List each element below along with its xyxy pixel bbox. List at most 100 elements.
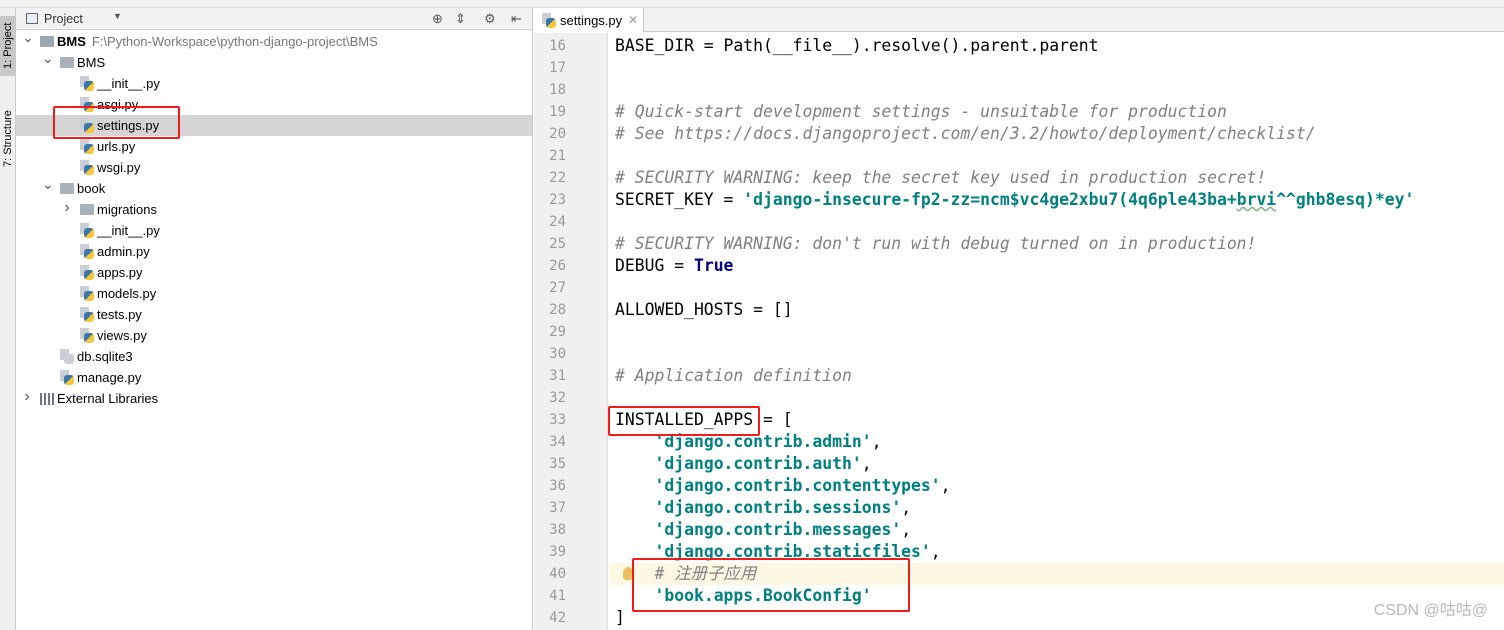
code-token-plain: , bbox=[861, 454, 872, 473]
line-number: 40 bbox=[549, 566, 566, 582]
code-line: 'django.contrib.auth', bbox=[615, 453, 872, 475]
tool-tab-structure[interactable]: 7: Structure bbox=[0, 100, 16, 178]
code-line: 'django.contrib.sessions', bbox=[615, 497, 911, 519]
python-file-icon bbox=[80, 139, 94, 154]
chevron-right-icon[interactable]: › bbox=[22, 388, 32, 406]
code-line: ] bbox=[615, 607, 625, 629]
tree-item-text: urls.py bbox=[97, 139, 135, 154]
tree-item[interactable]: ⌄ book bbox=[16, 176, 532, 199]
line-number: 24 bbox=[549, 214, 566, 230]
code-token-plain: DEBUG = bbox=[615, 256, 694, 275]
line-number: 39 bbox=[549, 544, 566, 560]
chevron-down-icon[interactable]: ⌄ bbox=[42, 176, 54, 193]
tree-item-text: __init__.py bbox=[97, 76, 160, 91]
line-number: 42 bbox=[549, 610, 566, 626]
folder-icon bbox=[60, 57, 74, 68]
python-file-icon bbox=[60, 370, 74, 385]
tree-item-label: models.py bbox=[97, 286, 157, 301]
tree-item-label: db.sqlite3 bbox=[77, 349, 133, 364]
annotation-box-book-config bbox=[632, 558, 910, 612]
code-line: SECRET_KEY = 'django-insecure-fp2-zz=ncm… bbox=[615, 189, 1414, 211]
line-number: 19 bbox=[549, 104, 566, 120]
code-token-string: 'django.contrib.sessions' bbox=[654, 498, 902, 517]
tool-tab-project[interactable]: 1: Project bbox=[0, 16, 16, 76]
line-number: 23 bbox=[549, 192, 566, 208]
collapse-all-icon[interactable]: ⇕ bbox=[455, 11, 466, 27]
gear-icon[interactable]: ⚙ bbox=[484, 11, 496, 27]
line-number: 32 bbox=[549, 390, 566, 406]
tree-item[interactable]: ⌄ BMS F:\Python-Workspace\python-django-pr… bbox=[16, 29, 532, 52]
hide-panel-icon[interactable]: ⇤ bbox=[511, 11, 522, 27]
annotation-box-settings bbox=[53, 106, 180, 139]
tree-item[interactable]: apps.py bbox=[16, 262, 532, 283]
tree-item-text: views.py bbox=[97, 328, 147, 343]
line-number: 36 bbox=[549, 478, 566, 494]
tree-item[interactable]: __init__.py bbox=[16, 220, 532, 241]
chevron-down-icon[interactable]: ▼ bbox=[113, 11, 122, 21]
tree-item[interactable]: wsgi.py bbox=[16, 157, 532, 178]
close-icon[interactable]: ✕ bbox=[628, 13, 638, 27]
code-token-plain: ALLOWED_HOSTS = [] bbox=[615, 300, 793, 319]
code-token-plain: BASE_DIR = Path(__file__).resolve().pare… bbox=[615, 36, 1099, 55]
code-token-plain: ] bbox=[615, 608, 625, 627]
tree-item[interactable]: db.sqlite3 bbox=[16, 346, 532, 367]
annotation-box-installed-apps bbox=[608, 406, 760, 436]
tree-item-label: __init__.py bbox=[97, 76, 160, 91]
tree-item[interactable]: › migrations bbox=[16, 199, 532, 220]
project-panel: Project ▼ ⊕ ⇕ ⚙ ⇤ ⌄ BMS F:\Python-Workspac… bbox=[16, 8, 533, 630]
code-line: 'django.contrib.messages', bbox=[615, 519, 911, 541]
tree-item[interactable]: views.py bbox=[16, 325, 532, 346]
code-line: # See https://docs.djangoproject.com/en/… bbox=[615, 123, 1316, 145]
tree-item-label: views.py bbox=[97, 328, 147, 343]
tree-item-label: admin.py bbox=[97, 244, 150, 259]
python-file-icon bbox=[80, 286, 94, 301]
code-line: # SECURITY WARNING: keep the secret key … bbox=[615, 167, 1266, 189]
line-number: 16 bbox=[549, 38, 566, 54]
chevron-right-icon[interactable]: › bbox=[62, 199, 72, 217]
tree-item-text: External Libraries bbox=[57, 391, 158, 406]
python-file-icon bbox=[80, 244, 94, 259]
tree-item-text: BMS bbox=[77, 55, 105, 70]
python-file-icon bbox=[80, 307, 94, 322]
tree-item[interactable]: manage.py bbox=[16, 367, 532, 388]
code-token-string: 'django.contrib.messages' bbox=[654, 520, 902, 539]
code-token-string: 'django.contrib.auth' bbox=[654, 454, 862, 473]
database-file-icon bbox=[60, 349, 74, 364]
tree-item[interactable]: __init__.py bbox=[16, 73, 532, 94]
project-view-icon bbox=[26, 13, 38, 24]
code-token-comment: # See https://docs.djangoproject.com/en/… bbox=[615, 124, 1316, 143]
editor-tabs: settings.py ✕ bbox=[534, 8, 1504, 32]
line-number: 17 bbox=[549, 60, 566, 76]
project-view-selector[interactable]: Project bbox=[44, 12, 83, 26]
code-line: # Application definition bbox=[615, 365, 852, 387]
tree-item[interactable]: › External Libraries bbox=[16, 388, 532, 409]
line-number: 25 bbox=[549, 236, 566, 252]
python-file-icon bbox=[80, 265, 94, 280]
line-number: 22 bbox=[549, 170, 566, 186]
chevron-down-icon[interactable]: ⌄ bbox=[22, 29, 34, 46]
tab-settings-py[interactable]: settings.py ✕ bbox=[534, 8, 644, 32]
tree-item[interactable]: urls.py bbox=[16, 136, 532, 157]
tree-item-label: External Libraries bbox=[57, 391, 159, 406]
tree-item-label: BMS bbox=[77, 55, 106, 70]
python-file-icon bbox=[80, 223, 94, 238]
line-number: 38 bbox=[549, 522, 566, 538]
tree-item-label: tests.py bbox=[97, 307, 142, 322]
tree-item[interactable]: ⌄ BMS bbox=[16, 50, 532, 73]
tree-item-label: urls.py bbox=[97, 139, 136, 154]
tree-item[interactable]: tests.py bbox=[16, 304, 532, 325]
code-token-string: 'django-insecure-fp2-zz=ncm$vc4ge2xbu7(4… bbox=[743, 190, 1237, 209]
code-token-plain: , bbox=[871, 432, 882, 451]
project-path: F:\Python-Workspace\python-django-projec… bbox=[91, 34, 378, 49]
code-token-plain: , bbox=[901, 498, 912, 517]
tree-item[interactable]: admin.py bbox=[16, 241, 532, 262]
code-token-plain: , bbox=[901, 520, 912, 539]
code-token-comment: # SECURITY WARNING: keep the secret key … bbox=[615, 168, 1267, 187]
locate-icon[interactable]: ⊕ bbox=[432, 11, 443, 27]
tree-item[interactable]: models.py bbox=[16, 283, 532, 304]
line-number-gutter: 16 17 18 19 20 21 22 23 24 25 26 27 28 29 30 31 32 33 34 35… bbox=[534, 33, 608, 630]
python-file-icon bbox=[542, 13, 556, 28]
folder-icon bbox=[80, 204, 94, 215]
chevron-down-icon[interactable]: ⌄ bbox=[42, 50, 54, 67]
